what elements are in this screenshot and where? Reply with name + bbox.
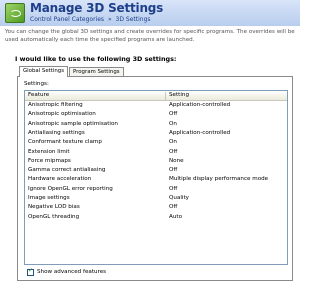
feature-cell: Ignore OpenGL error reporting: [28, 185, 113, 192]
settings-panel: I would like to use the following 3D set…: [13, 55, 293, 281]
setting-cell[interactable]: Off: [169, 186, 177, 192]
feature-cell: Conformant texture clamp: [28, 139, 102, 146]
tab-content: Settings: Feature Setting Anisotropic fi…: [17, 76, 293, 281]
table-row[interactable]: Image settings Quality: [25, 194, 287, 203]
table-row[interactable]: Hardware acceleration Multiple display pe…: [25, 175, 287, 184]
breadcrumb-item-3d-settings: 3D Settings: [115, 16, 151, 23]
setting-cell[interactable]: Off: [169, 204, 177, 210]
panel-title: I would like to use the following 3D set…: [15, 55, 177, 63]
breadcrumb: Control Panel Categories » 3D Settings: [30, 16, 153, 23]
feature-cell: Image settings: [28, 195, 70, 201]
breadcrumb-separator: »: [107, 16, 112, 23]
column-divider[interactable]: [165, 92, 166, 100]
settings-grid: Feature Setting Anisotropic filtering App…: [24, 90, 288, 265]
column-header-feature[interactable]: Feature: [28, 92, 49, 98]
setting-cell[interactable]: On: [169, 121, 177, 127]
header: Manage 3D Settings Control Panel Categor…: [0, 0, 300, 26]
setting-cell[interactable]: Multiple display performance mode: [169, 176, 268, 182]
setting-cell[interactable]: Quality: [169, 195, 189, 201]
table-row[interactable]: Anisotropic filtering Application-control…: [25, 101, 287, 110]
column-header-setting[interactable]: Setting: [169, 92, 189, 98]
feature-cell: Force mipmaps: [28, 157, 71, 164]
page-description: You can change the global 3D settings an…: [5, 29, 295, 43]
table-row[interactable]: Extension limit Off: [25, 148, 287, 157]
feature-cell: Negative LOD bias: [28, 204, 80, 211]
table-row[interactable]: Anisotropic optimisation Off: [25, 110, 287, 119]
setting-cell[interactable]: Application-controlled: [169, 130, 230, 136]
feature-cell: Extension limit: [28, 148, 70, 155]
page-title: Manage 3D Settings: [30, 1, 164, 15]
feature-cell: Gamma correct antialiasing: [28, 167, 106, 174]
settings-label: Settings:: [24, 81, 49, 87]
feature-cell: OpenGL threading: [28, 213, 80, 220]
table-row[interactable]: Negative LOD bias Off: [25, 203, 287, 212]
table-row[interactable]: Anisotropic sample optimisation On: [25, 120, 287, 129]
setting-cell[interactable]: Off: [169, 149, 177, 155]
feature-cell: Anisotropic sample optimisation: [28, 120, 118, 127]
tab-global-settings[interactable]: Global Settings: [19, 66, 69, 77]
feature-cell: Anisotropic filtering: [28, 102, 83, 108]
table-row[interactable]: Antialiasing settings Application-control…: [25, 129, 287, 138]
table-row[interactable]: Force mipmaps None: [25, 157, 287, 166]
setting-cell[interactable]: Off: [169, 167, 177, 173]
show-advanced-checkbox[interactable]: [27, 267, 34, 276]
feature-cell: Antialiasing settings: [28, 129, 85, 136]
table-row[interactable]: OpenGL threading Auto: [25, 213, 287, 222]
show-advanced-label[interactable]: Show advanced features: [37, 269, 106, 275]
feature-cell: Anisotropic optimisation: [28, 111, 96, 118]
grid-header: Feature Setting: [25, 91, 287, 101]
feature-cell: Hardware acceleration: [28, 176, 92, 183]
table-row[interactable]: Ignore OpenGL error reporting Off: [25, 185, 287, 194]
setting-cell[interactable]: None: [169, 158, 184, 164]
breadcrumb-item-categories[interactable]: Control Panel Categories: [30, 16, 104, 23]
setting-cell[interactable]: On: [169, 139, 177, 145]
table-row[interactable]: Conformant texture clamp On: [25, 138, 287, 147]
setting-cell[interactable]: Auto: [169, 214, 182, 220]
setting-cell[interactable]: Off: [169, 111, 177, 117]
setting-cell[interactable]: Application-controlled: [169, 102, 230, 108]
nvidia-3d-icon: [5, 3, 25, 23]
table-row[interactable]: Gamma correct antialiasing Off: [25, 166, 287, 175]
